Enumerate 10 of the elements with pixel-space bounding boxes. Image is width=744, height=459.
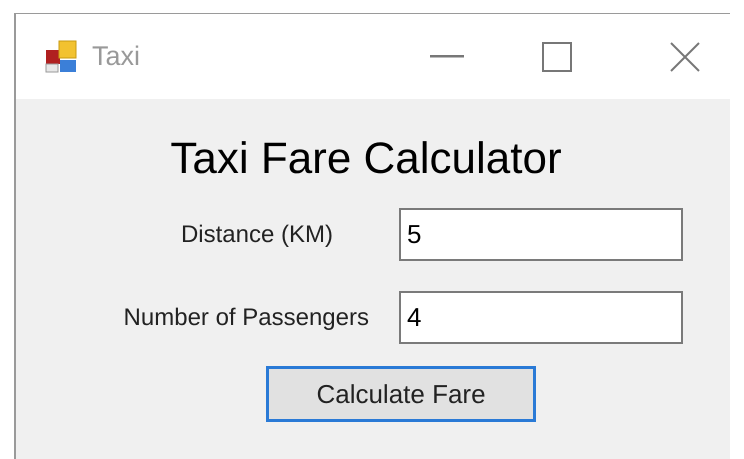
heading: Taxi Fare Calculator <box>170 135 562 183</box>
input-field[interactable]: 4 <box>399 291 683 344</box>
minimize-icon[interactable] <box>430 54 464 58</box>
field-label: Distance (KM) <box>180 220 333 250</box>
calculate-fare-button[interactable]: Calculate Fare <box>266 366 536 422</box>
field-label: Number of Passengers <box>124 302 369 332</box>
maximize-icon[interactable] <box>542 42 572 72</box>
window-title: Taxi <box>92 40 140 74</box>
input-field[interactable]: 5 <box>399 208 683 261</box>
close-icon[interactable] <box>670 42 700 72</box>
